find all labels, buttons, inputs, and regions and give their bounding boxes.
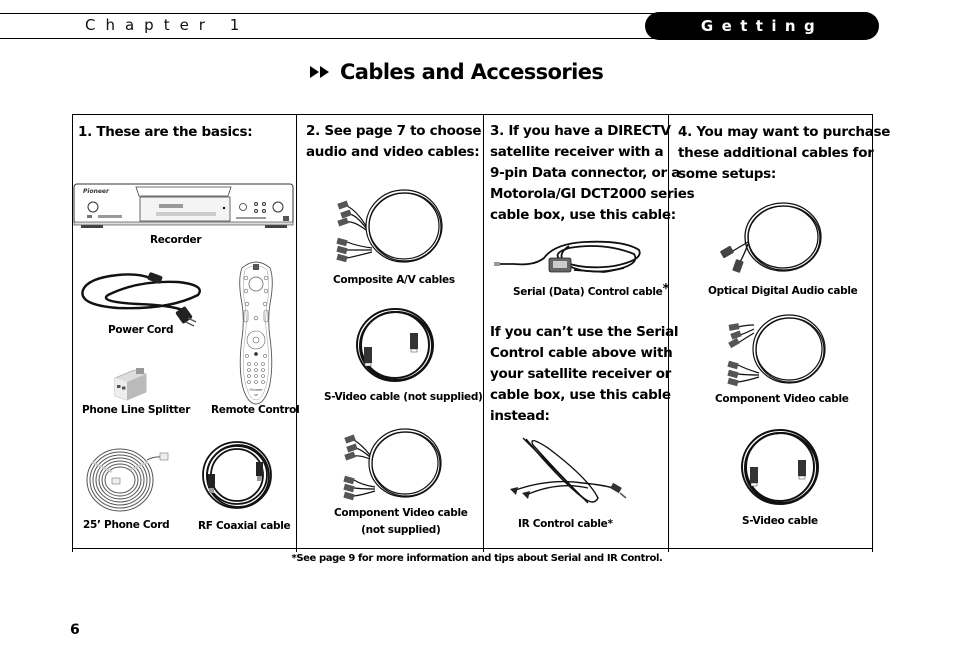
table-tick [72,548,73,552]
svg-text:Pioneer: Pioneer [249,388,263,392]
double-arrow-icon [310,66,330,78]
phone-splitter-label: Phone Line Splitter [82,404,191,416]
optical-cable-label: Optical Digital Audio cable [708,285,858,297]
composite-av-cable-icon [332,186,447,266]
serial-cable-label: Serial (Data) Control cable* [513,281,669,301]
optical-cable-icon [716,200,826,280]
coaxial-cable-icon [200,438,275,513]
column-3-heading: 3. If you have a DIRECTV satellite recei… [490,121,695,226]
component-video-cable-icon [340,425,445,505]
page-number: 6 [70,622,80,638]
heading-line: 3. If you have a DIRECTV [490,123,671,139]
s-video-label: S-Video cable (not supplied) [324,391,483,403]
section-tab: Getting Started [645,12,879,63]
heading-line: 4. You may want to purchase [678,124,891,140]
s-video-cable-icon [352,305,437,385]
page-title: Cables and Accessories [310,60,604,84]
power-cord-icon [78,270,208,330]
caption-line: Component Video cable [334,507,468,519]
recorder-icon: Pioneer [73,182,295,232]
heading-line: instead: [490,408,550,424]
header-rule-top [0,13,700,14]
power-cord-label: Power Cord [108,324,174,336]
heading-line: some setups: [678,166,776,182]
caption-line: (not supplied) [361,524,441,536]
heading-line: If you can’t use the Serial [490,324,679,340]
heading-line: 9-pin Data connector, or a [490,165,681,181]
s-video-label-2: S-Video cable [742,515,818,527]
heading-line: 2. See page 7 to choose [306,123,482,139]
phone-splitter-icon [110,364,150,404]
table-tick [668,548,669,552]
column-3-subheading: If you can’t use the Serial Control cabl… [490,322,679,427]
ir-cable-label: IR Control cable* [518,518,613,530]
page-title-text: Cables and Accessories [340,60,604,84]
heading-line: these additional cables for [678,145,874,161]
component-video-cable-icon [724,311,829,391]
remote-control-label: Remote Control [211,404,300,416]
heading-line: Control cable above with [490,345,673,361]
heading-line: audio and video cables: [306,144,480,160]
table-bottom-rule [72,548,873,549]
table-tick [872,548,873,552]
serial-cable-icon [494,236,649,278]
heading-line: cable box, use this cable: [490,207,676,223]
ir-cable-icon [508,433,633,513]
composite-av-label: Composite A/V cables [333,274,455,286]
coaxial-cable-label: RF Coaxial cable [198,520,291,532]
table-tick [483,548,484,552]
svg-text:Pioneer: Pioneer [83,188,110,195]
caption-text: Serial (Data) Control cable [513,286,663,298]
table-tick [296,548,297,552]
heading-line: your satellite receiver or [490,366,672,382]
heading-line: satellite receiver with a [490,144,664,160]
phone-cord-icon [82,440,172,515]
phone-cord-label: 25’ Phone Cord [83,519,170,531]
footnote: *See page 9 for more information and tip… [291,553,663,564]
chapter-label: Chapter 1 [85,16,250,34]
header-rule-bottom [0,38,700,39]
remote-control-icon: Pioneer SP [236,258,276,406]
svg-text:SP: SP [254,393,258,397]
component-video-label-2: Component Video cable [715,393,849,405]
component-video-label: Component Video cable (not supplied) [334,505,468,539]
heading-line: Motorola/GI DCT2000 series [490,186,695,202]
column-2-heading: 2. See page 7 to choose audio and video … [306,121,482,163]
column-4-heading: 4. You may want to purchase these additi… [678,122,890,185]
heading-line: cable box, use this cable [490,387,671,403]
s-video-cable-icon [738,427,823,509]
recorder-label: Recorder [150,234,202,246]
column-1-heading: 1. These are the basics: [78,124,253,140]
asterisk: * [662,282,669,297]
